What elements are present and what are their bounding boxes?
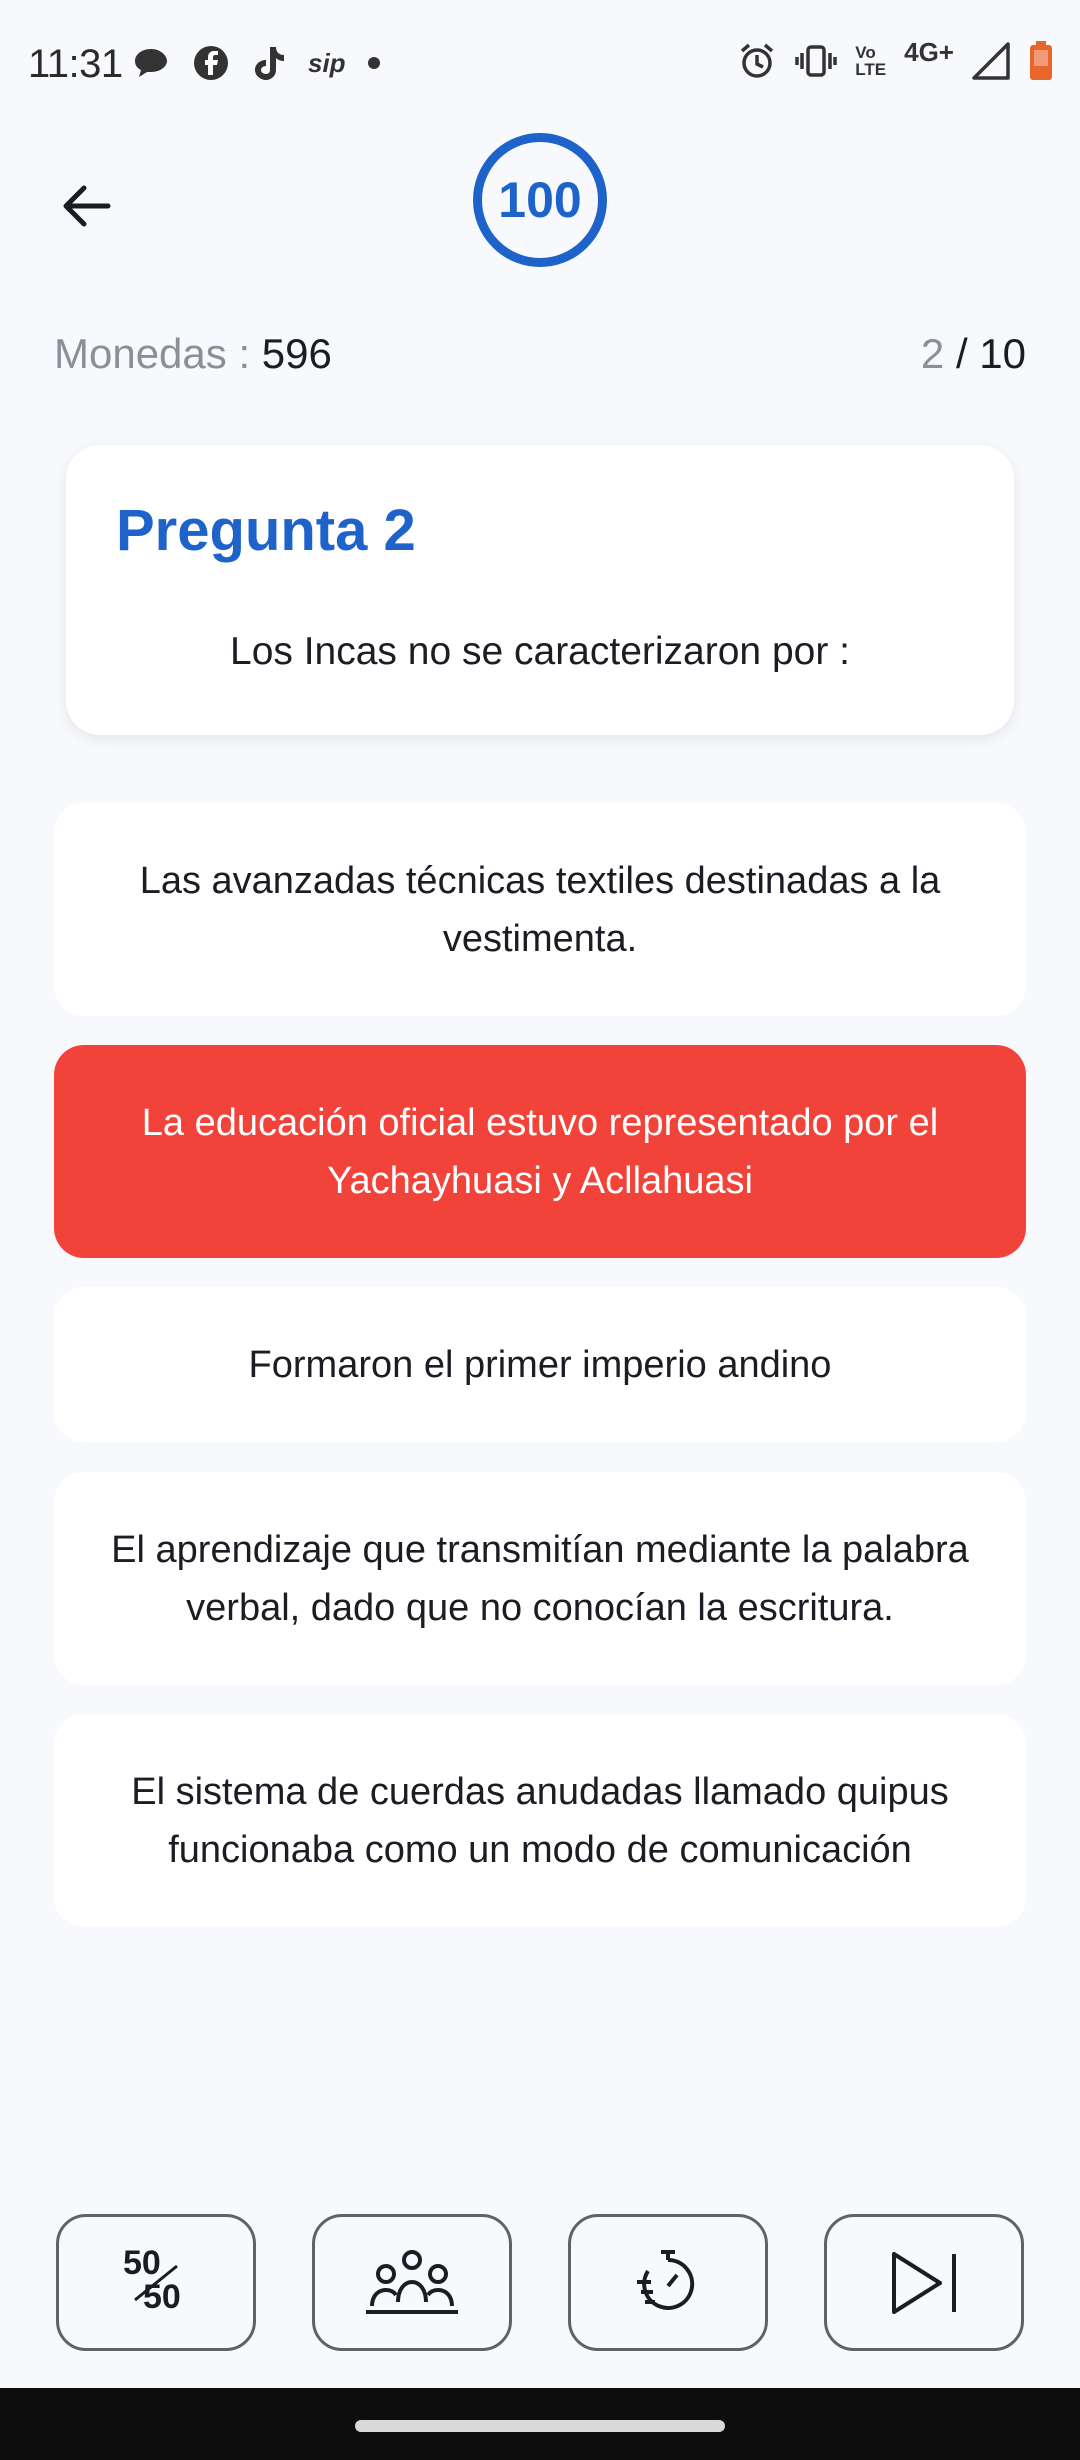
signal-icon (972, 42, 1010, 80)
answer-option-1[interactable]: Las avanzadas técnicas textiles destinad… (54, 803, 1026, 1016)
add-time-icon (637, 2249, 695, 2310)
answer-option-3[interactable]: Formaron el primer imperio andino (54, 1287, 1026, 1442)
skip-icon (892, 2251, 956, 2314)
fifty-fifty-icon: 50 50 (121, 2244, 191, 2318)
coins-value: 596 (261, 330, 332, 377)
sip-icon: sip (308, 47, 346, 78)
tiktok-icon (252, 44, 286, 82)
vibrate-icon (795, 43, 838, 79)
skip-button[interactable] (824, 2214, 1024, 2351)
status-bar: 11:31 sip Vo LTE 4G+ (0, 0, 1080, 135)
system-nav-bar (0, 2388, 1080, 2460)
volte-icon: Vo LTE (855, 44, 886, 78)
chat-bubble-icon (132, 46, 170, 80)
battery-icon (1028, 40, 1054, 82)
notification-icons: sip (132, 44, 380, 82)
countdown-timer: 100 (473, 133, 607, 267)
arrow-left-icon (63, 185, 111, 227)
status-time: 11:31 (28, 42, 123, 86)
system-icons: Vo LTE 4G+ (737, 36, 1054, 82)
dot-icon (367, 57, 380, 69)
question-text: Los Incas no se caracterizaron por : (230, 630, 850, 673)
question-card: Pregunta 2 Los Incas no se caracterizaro… (66, 445, 1014, 735)
timer-value: 100 (498, 172, 582, 228)
back-button[interactable] (50, 170, 122, 242)
audience-icon (366, 2249, 458, 2314)
question-title: Pregunta 2 (116, 498, 416, 563)
answer-option-4[interactable]: El aprendizaje que transmitían mediante … (54, 1472, 1026, 1685)
facebook-icon (192, 44, 230, 82)
volte-bottom: LTE (855, 60, 887, 79)
question-progress: 2 / 10 (921, 330, 1026, 378)
fifty-fifty-button[interactable]: 50 50 (56, 2214, 256, 2351)
progress-total: 10 (979, 330, 1026, 377)
progress-separator: / (955, 330, 968, 377)
progress-current: 2 (920, 330, 945, 377)
answer-option-2-wrong[interactable]: La educación oficial estuvo representado… (54, 1045, 1026, 1258)
home-indicator[interactable] (355, 2420, 725, 2432)
coins-display: Monedas : 596 (54, 330, 332, 378)
network-type: 4G+ (904, 36, 954, 67)
alarm-icon (737, 41, 777, 81)
answer-option-5[interactable]: El sistema de cuerdas anudadas llamado q… (54, 1714, 1026, 1927)
volte-top: Vo (855, 43, 876, 62)
audience-button[interactable] (312, 2214, 512, 2351)
add-time-button[interactable] (568, 2214, 768, 2351)
coins-label: Monedas : (54, 330, 251, 377)
